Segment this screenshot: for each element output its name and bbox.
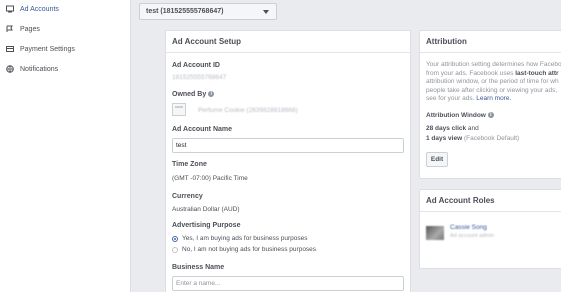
sidebar-item-ad-accounts[interactable]: Ad Accounts <box>0 0 131 18</box>
card-title: Attribution <box>420 31 561 53</box>
owned-by-label-text: Owned By <box>172 91 207 98</box>
chevron-down-icon <box>263 10 269 14</box>
main-content: test (181525555768647) Ad Account Setup … <box>131 0 561 292</box>
info-icon[interactable]: i <box>208 91 215 98</box>
attribution-click-setting: 28 days click and <box>426 125 479 132</box>
sidebar-item-label: Ad Accounts <box>20 5 59 13</box>
ad-accounts-icon <box>6 5 14 13</box>
radio-button[interactable] <box>172 246 178 253</box>
edit-attribution-button[interactable]: Edit <box>426 152 448 167</box>
purpose-option-label: Yes, I am buying ads for business purpos… <box>182 235 308 242</box>
pages-icon <box>6 25 14 33</box>
currency-value: Australian Dollar (AUD) <box>172 206 240 213</box>
ad-account-selector[interactable]: test (181525555768647) <box>139 3 277 20</box>
advertising-purpose-label: Advertising Purpose <box>172 222 241 229</box>
globe-icon <box>6 65 14 73</box>
ad-account-roles-card: Ad Account Roles Cassie Song Ad account … <box>419 189 561 269</box>
avatar <box>426 226 444 240</box>
sidebar-item-payment-settings[interactable]: Payment Settings <box>0 40 131 58</box>
ad-account-setup-card: Ad Account Setup Ad Account ID 181525555… <box>165 30 411 292</box>
attribution-text: see for your ads. <box>426 95 477 102</box>
purpose-option-label: No, I am not buying ads for business pur… <box>182 246 317 253</box>
attribution-view-setting: 1 days view (Facebook Default) <box>426 135 519 142</box>
account-name-input[interactable] <box>172 138 404 153</box>
account-id-value: 181525555768647 <box>172 74 227 81</box>
sidebar-item-notifications[interactable]: Notifications <box>0 60 131 78</box>
attribution-line: see for your ads. Learn more. <box>426 95 561 104</box>
business-name-input[interactable] <box>172 276 404 291</box>
purpose-option-no[interactable]: No, I am not buying ads for business pur… <box>172 246 316 253</box>
sidebar-item-label: Notifications <box>20 65 59 73</box>
role-member-role: Ad account admin <box>450 233 495 239</box>
view-window-value: 1 days view <box>426 135 463 142</box>
attribution-line: attribution window, or the period of tim… <box>426 78 559 85</box>
sidebar: Ad Accounts Pages Payment Settings Notif… <box>0 0 131 292</box>
business-name-label: Business Name <box>172 264 225 271</box>
card-title: Ad Account Setup <box>166 31 410 53</box>
account-id-label: Ad Account ID <box>172 62 220 69</box>
click-window-value: 28 days click <box>426 125 467 132</box>
attribution-description: Your attribution setting determines how … <box>426 61 561 104</box>
owned-by-label: Owned By i <box>172 91 215 98</box>
attribution-card: Attribution Your attribution setting det… <box>419 30 561 179</box>
purpose-option-yes[interactable]: Yes, I am buying ads for business purpos… <box>172 235 308 242</box>
attribution-line: Your attribution setting determines how … <box>426 61 561 68</box>
time-zone-value: (GMT -07:00) Pacific Time <box>172 175 248 182</box>
business-avatar <box>172 103 186 116</box>
attribution-text: from your ads. Facebook uses <box>426 69 516 77</box>
attribution-window-label-text: Attribution Window <box>426 112 486 119</box>
click-window-suffix: and <box>466 125 479 132</box>
time-zone-label: Time Zone <box>172 161 207 168</box>
sidebar-item-pages[interactable]: Pages <box>0 20 131 38</box>
learn-more-link[interactable]: Learn more. <box>476 95 511 102</box>
owned-by-value: Perfume Cookie (2639828818668) <box>198 107 298 114</box>
view-window-suffix: (Facebook Default) <box>462 135 520 142</box>
sidebar-item-label: Pages <box>20 25 40 33</box>
role-member-name[interactable]: Cassie Song <box>450 224 487 231</box>
credit-card-icon <box>6 45 14 53</box>
ad-account-selector-value: test (181525555768647) <box>146 8 224 15</box>
account-name-label: Ad Account Name <box>172 126 233 133</box>
currency-label: Currency <box>172 193 203 200</box>
attribution-line: from your ads. Facebook uses last-touch … <box>426 70 561 79</box>
attribution-bold-text: last-touch attr <box>515 69 559 77</box>
attribution-window-label: Attribution Window i <box>426 112 494 119</box>
info-icon[interactable]: i <box>487 112 494 119</box>
radio-button[interactable] <box>172 235 178 242</box>
attribution-line: people take after clicking or viewing yo… <box>426 86 558 94</box>
card-title: Ad Account Roles <box>420 190 561 212</box>
sidebar-item-label: Payment Settings <box>20 45 75 53</box>
